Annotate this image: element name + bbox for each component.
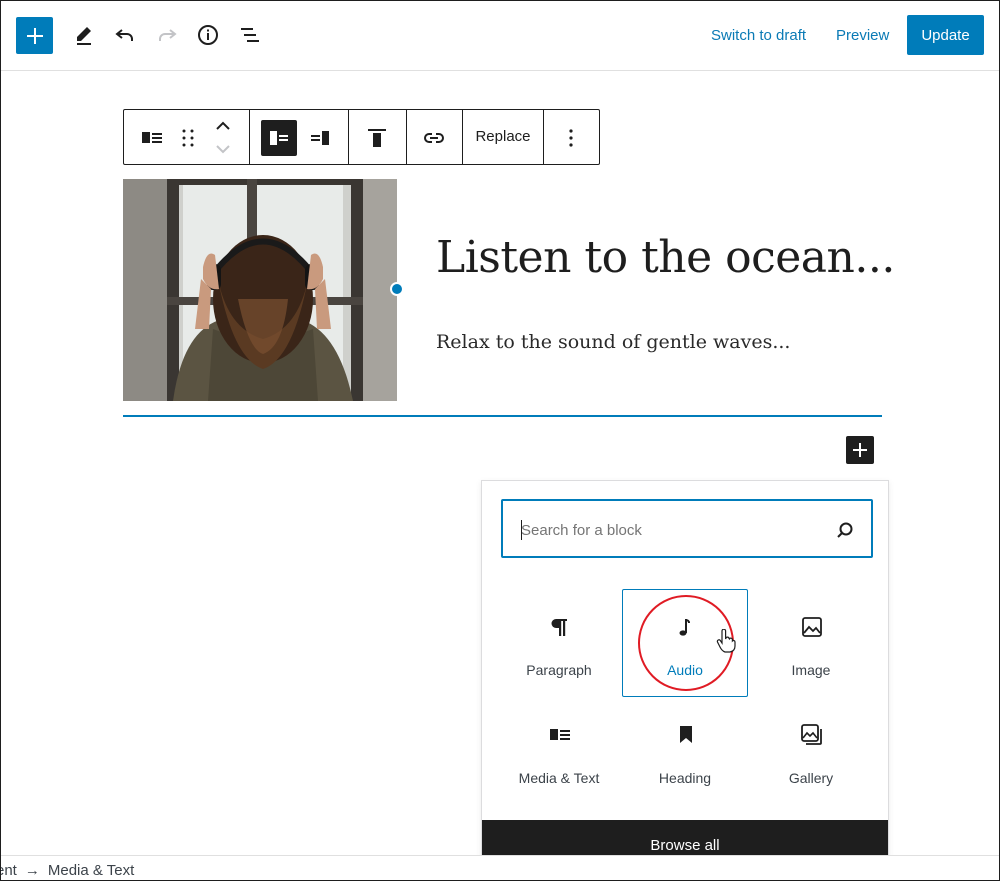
chevron-down-icon [216,145,230,154]
woman-with-headphones-photo [123,179,397,401]
text-caret [521,520,522,540]
align-top-icon [368,129,386,147]
media-left-button[interactable] [261,120,297,156]
media-resize-handle[interactable] [390,282,404,296]
block-item-label: Heading [658,770,712,786]
move-down-button[interactable] [205,138,241,160]
pull-right-icon [311,131,329,145]
paragraph-icon [548,615,572,639]
list-view-button[interactable] [233,18,267,52]
pencil-icon [77,27,91,45]
block-type-button[interactable] [134,120,170,156]
media-text-icon [548,723,572,747]
breadcrumb-parent[interactable]: ent [0,862,17,879]
block-item-label: Gallery [788,770,834,786]
block-item-label: Image [791,662,831,678]
block-inserter-toggle-button[interactable] [16,17,53,54]
toolbar-separator [249,110,250,164]
search-icon [833,519,857,543]
block-search[interactable] [501,499,873,558]
link-icon [424,133,444,143]
list-view-icon [241,28,259,42]
media-text-paragraph[interactable]: Relax to the sound of gentle waves... [436,331,790,353]
preview-button[interactable]: Preview [836,27,889,44]
chevron-up-icon [216,121,230,130]
block-breadcrumb-bar: ent → Media & Text [0,855,1000,881]
block-item-label: Paragraph [526,662,592,678]
gallery-icon [800,723,824,747]
media-image[interactable] [123,179,397,401]
replace-button[interactable]: Replace [464,128,542,148]
breadcrumb-current: Media & Text [47,862,135,879]
block-selection-outline [123,415,882,417]
block-toolbar: Replace [123,109,600,165]
media-right-button[interactable] [302,120,338,156]
drag-handle[interactable] [170,120,206,156]
switch-to-draft-button[interactable]: Switch to draft [711,27,806,44]
vertical-align-button[interactable] [359,120,395,156]
media-text-heading[interactable]: Listen to the ocean... [436,232,895,283]
editor-top-bar: Switch to draft Preview Update [0,0,1000,71]
block-item-gallery[interactable]: Gallery [748,697,874,805]
tools-button[interactable] [66,18,100,52]
block-inserter-popover: Paragraph Audio Image [481,480,889,872]
details-button[interactable] [191,18,225,52]
undo-button[interactable] [108,18,142,52]
drag-handle-icon [182,129,194,147]
image-icon [800,615,824,639]
toolbar-separator [406,110,407,164]
undo-icon [115,29,133,41]
toolbar-separator [543,110,544,164]
block-item-heading[interactable]: Heading [622,697,748,805]
link-button[interactable] [416,120,452,156]
block-item-image[interactable]: Image [748,589,874,697]
plus-icon [853,443,867,457]
breadcrumb: ent → Media & Text [0,862,134,879]
plus-icon [26,27,43,44]
block-item-paragraph[interactable]: Paragraph [496,589,622,697]
more-options-button[interactable] [553,120,589,156]
breadcrumb-arrow: → [24,862,40,879]
search-input[interactable] [521,519,821,541]
hand-cursor-icon [716,629,736,653]
more-vertical-icon [569,129,573,147]
redo-button[interactable] [150,18,184,52]
add-block-button[interactable] [846,436,874,464]
media-text-icon [142,132,162,143]
update-button[interactable]: Update [907,15,984,55]
info-icon [198,25,218,45]
redo-icon [159,29,177,41]
toolbar-separator [348,110,349,164]
heading-icon [674,723,698,747]
block-item-media-text[interactable]: Media & Text [496,697,622,805]
block-item-label: Media & Text [518,770,600,786]
pull-left-icon [270,131,288,145]
move-up-button[interactable] [205,114,241,136]
toolbar-separator [462,110,463,164]
